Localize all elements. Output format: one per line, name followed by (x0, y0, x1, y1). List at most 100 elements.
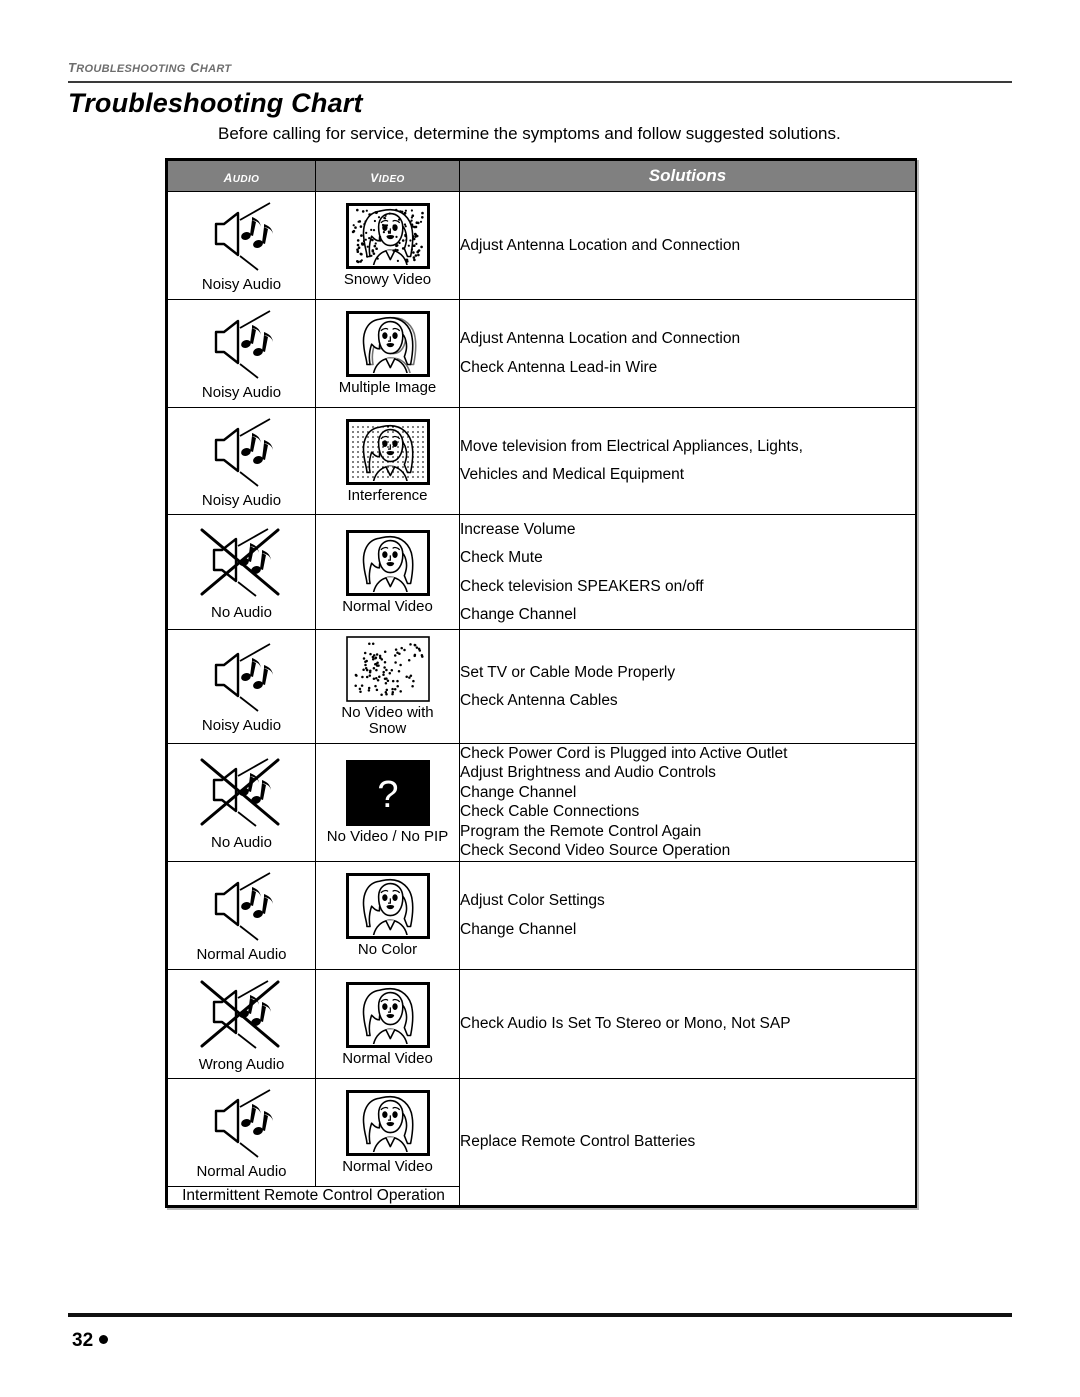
troubleshooting-table-wrapper: Audio Video Solutions Noisy Audio Snowy V… (165, 158, 917, 1208)
video-cell: Snowy Video (315, 191, 460, 300)
tv-no-color-icon (345, 872, 430, 939)
audio-caption: Noisy Audio (201, 383, 282, 401)
tv-snowy-face-icon (345, 203, 430, 269)
video-cell: Normal Video (315, 514, 460, 631)
bullet-dot-icon (99, 1335, 109, 1344)
header-rule (68, 81, 1012, 83)
speaker-noisy-icon (196, 306, 288, 382)
speaker-crossed-icon (194, 524, 290, 602)
video-caption: Normal Video (342, 597, 433, 615)
speaker-noisy-icon (196, 1085, 288, 1161)
audio-cell: Noisy Audio (167, 629, 316, 744)
solution-line: Increase Volume (460, 520, 576, 538)
table-header-row: Audio Video Solutions (167, 160, 916, 192)
solution-line: Change Channel (460, 606, 577, 624)
speaker-noisy-icon (196, 414, 288, 490)
video-caption: No Color (357, 940, 418, 958)
tv-interference-icon (345, 418, 430, 485)
column-header-solutions: Solutions (459, 160, 916, 192)
speaker-crossed-icon (194, 754, 290, 832)
solution-line: Check Audio Is Set To Stereo or Mono, No… (460, 1015, 791, 1033)
audio-caption: No Audio (211, 833, 272, 851)
solutions-cell: Adjust Antenna Location and Connection Ch… (459, 298, 916, 408)
speaker-noisy-icon (196, 868, 288, 944)
audio-cell: Noisy Audio (167, 406, 316, 516)
speaker-noisy-icon (196, 198, 288, 274)
tv-question-mark-icon: ? (345, 759, 430, 826)
table-row: Noisy Audio Snowy Video Adjust Antenna Loc… (167, 191, 916, 300)
audio-caption: Normal Audio (196, 1163, 287, 1181)
solution-line: Program the Remote Control Again (460, 822, 702, 840)
table-header: Audio Video Solutions (167, 160, 916, 192)
solution-line: Check Second Video Source Operation (460, 842, 731, 860)
audio-caption: Noisy Audio (201, 717, 282, 735)
solutions-cell: Adjust Color Settings Change Channel (459, 860, 916, 970)
intermittent-remote-label: Intermittent Remote Control Operation (167, 1186, 460, 1206)
document-page: Troubleshooting Chart Troubleshooting Ch… (0, 0, 1080, 1397)
page-number: 32 (72, 1330, 109, 1352)
table-row: No Audio? No Video / No PIP Check Power Co… (167, 742, 916, 862)
column-header-solutions-label: Solutions (648, 166, 727, 185)
video-caption: Multiple Image (338, 378, 437, 396)
audio-cell: Normal Audio (167, 1078, 316, 1187)
solution-line: Check Power Cord is Plugged into Active … (460, 744, 788, 762)
audio-cell: No Audio (167, 742, 316, 862)
table-row: Normal Audio No Color Adjust Color Setting… (167, 860, 916, 970)
solution-line: Vehicles and Medical Equipment (460, 466, 685, 484)
column-header-video-label: Video (370, 165, 405, 186)
tv-normal-face-icon (345, 529, 430, 596)
audio-caption: Normal Audio (196, 945, 287, 963)
tv-snow-only-icon (345, 636, 430, 703)
solutions-cell: Replace Remote Control Batteries (459, 1078, 916, 1206)
solution-line: Check Cable Connections (460, 803, 640, 821)
video-cell: Multiple Image (315, 298, 460, 408)
solution-line: Check Mute (460, 549, 543, 567)
solutions-cell: Set TV or Cable Mode Properly Check Anten… (459, 629, 916, 744)
solutions-cell: Check Audio Is Set To Stereo or Mono, No… (459, 968, 916, 1080)
audio-cell: Wrong Audio (167, 968, 316, 1080)
troubleshooting-table: Audio Video Solutions Noisy Audio Snowy V… (167, 160, 916, 1206)
video-cell: No Color (315, 860, 460, 970)
solution-line: Adjust Brightness and Audio Controls (460, 764, 716, 782)
video-caption: Interference (347, 486, 428, 504)
page-title: Troubleshooting Chart (68, 88, 363, 118)
solution-line: Change Channel (460, 783, 577, 801)
speaker-crossed-icon (194, 976, 290, 1054)
audio-cell: No Audio (167, 514, 316, 631)
audio-caption: No Audio (211, 603, 272, 621)
audio-cell: Noisy Audio (167, 298, 316, 408)
tv-multiple-image-icon (345, 310, 430, 377)
table-row: Normal Audio Normal Video Replace Remote C… (167, 1078, 916, 1206)
solution-line: Check Antenna Lead-in Wire (460, 358, 658, 376)
table-row: Noisy Audio Interference Move television f… (167, 406, 916, 516)
video-cell: Normal Video (315, 1078, 460, 1187)
solutions-cell: Move television from Electrical Applianc… (459, 406, 916, 516)
solution-line: Adjust Antenna Location and Connection (460, 236, 741, 254)
solution-line: Adjust Antenna Location and Connection (460, 330, 741, 348)
audio-caption: Noisy Audio (201, 276, 282, 293)
table-row: No Audio Normal Video Increase Volume Check… (167, 514, 916, 631)
audio-cell: Normal Audio (167, 860, 316, 970)
video-caption: No Video with Snow (341, 704, 434, 737)
speaker-noisy-icon (196, 639, 288, 715)
column-header-audio-label: Audio (223, 165, 260, 186)
intro-text: Before calling for service, determine th… (218, 124, 841, 143)
tv-normal-face-icon (345, 1090, 430, 1157)
svg-text:?: ? (377, 774, 398, 816)
audio-caption: Noisy Audio (201, 491, 282, 509)
video-cell: No Video with Snow (315, 629, 460, 744)
audio-caption: Wrong Audio (198, 1055, 285, 1073)
table-row: Noisy Audio No Video with Snow Set TV or Ca… (167, 629, 916, 744)
solutions-cell: Check Power Cord is Plugged into Active … (459, 742, 916, 862)
video-caption: Normal Video (342, 1049, 433, 1067)
video-cell: Normal Video (315, 968, 460, 1080)
table-row: Wrong Audio Normal Video Check Audio Is Se… (167, 968, 916, 1080)
table-row: Noisy Audio Multiple Image Adjust Antenna … (167, 298, 916, 408)
solution-line: Check television SPEAKERS on/off (460, 577, 704, 595)
video-caption: Normal Video (342, 1158, 433, 1176)
footer-rule (68, 1313, 1012, 1317)
video-caption: No Video / No PIP (326, 827, 449, 845)
table-body: Noisy Audio Snowy Video Adjust Antenna Loc… (167, 191, 916, 1206)
video-cell: Interference (315, 406, 460, 516)
running-header: Troubleshooting Chart (68, 56, 1012, 83)
